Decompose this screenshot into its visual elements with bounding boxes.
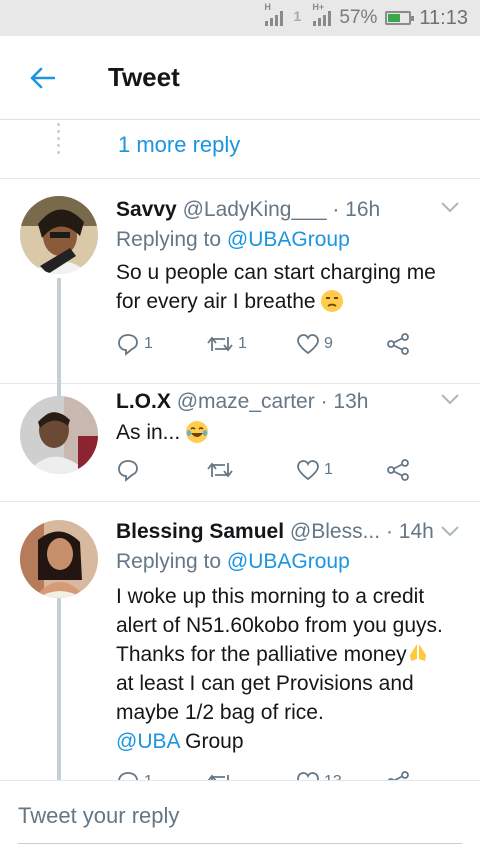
reply-bar bbox=[0, 780, 480, 854]
share-icon bbox=[387, 333, 409, 355]
mention-link[interactable]: @UBAGroup bbox=[227, 228, 350, 251]
replying-to: Replying to @UBAGroup bbox=[116, 228, 350, 251]
replying-to: Replying to @UBAGroup bbox=[116, 550, 350, 573]
share-button[interactable] bbox=[386, 332, 476, 356]
display-name[interactable]: L.O.X bbox=[116, 390, 171, 413]
reply-button[interactable]: 1 bbox=[116, 332, 206, 356]
tweet-header: Blessing Samuel @Bless... · 14h bbox=[116, 520, 440, 544]
like-button[interactable]: 9 bbox=[296, 333, 386, 355]
signal-icon: H bbox=[264, 2, 284, 26]
more-replies-link[interactable]: 1 more reply bbox=[118, 132, 240, 158]
status-bar: H 1 H+ 57% 11:13 bbox=[0, 0, 480, 36]
retweet-icon bbox=[207, 336, 233, 352]
thread-line bbox=[57, 598, 61, 780]
tweet-header: L.O.X @maze_carter · 13h bbox=[116, 390, 440, 414]
arrow-left-icon[interactable] bbox=[0, 36, 84, 120]
timestamp: · 16h bbox=[332, 198, 381, 221]
heart-icon bbox=[297, 460, 319, 481]
chevron-down-icon[interactable] bbox=[440, 524, 460, 542]
reply-underline bbox=[18, 843, 462, 844]
tweet-actions: 1 1 9 bbox=[116, 332, 476, 356]
mention-link[interactable]: @UBAGroup bbox=[227, 550, 350, 573]
user-handle[interactable]: @maze_carter bbox=[177, 390, 315, 413]
reply-icon bbox=[118, 334, 138, 356]
user-handle[interactable]: @Bless... bbox=[290, 520, 380, 543]
clock: 11:13 bbox=[419, 6, 468, 29]
data-transfer-icon: 1 bbox=[293, 8, 302, 24]
tweet-actions: 1 bbox=[116, 458, 476, 482]
avatar[interactable] bbox=[20, 396, 98, 474]
display-name[interactable]: Savvy bbox=[116, 198, 177, 221]
tweet-blessing[interactable]: Blessing Samuel @Bless... · 14h Replying… bbox=[0, 502, 480, 794]
folded-hands-icon bbox=[407, 641, 429, 663]
retweet-button[interactable] bbox=[206, 459, 296, 481]
avatar[interactable] bbox=[20, 196, 98, 274]
tweet-lox[interactable]: L.O.X @maze_carter · 13h As in... 1 bbox=[0, 384, 480, 502]
unamused-face-icon bbox=[321, 290, 344, 312]
chevron-down-icon[interactable] bbox=[440, 392, 460, 410]
tweet-savvy[interactable]: Savvy @LadyKing___ · 16h Replying to @UB… bbox=[0, 180, 480, 384]
display-name[interactable]: Blessing Samuel bbox=[116, 520, 284, 543]
retweet-icon bbox=[207, 462, 233, 478]
reply-button[interactable] bbox=[116, 458, 206, 482]
like-button[interactable]: 1 bbox=[296, 459, 386, 481]
mention-link[interactable]: @UBA bbox=[116, 730, 179, 753]
thread-line bbox=[57, 384, 61, 396]
timestamp: · 14h bbox=[385, 520, 434, 543]
signal-icon-2: H+ bbox=[312, 2, 332, 26]
share-icon bbox=[387, 459, 409, 481]
tweet-header: Savvy @LadyKing___ · 16h bbox=[116, 198, 440, 222]
share-button[interactable] bbox=[386, 458, 476, 482]
page-title: Tweet bbox=[108, 62, 180, 92]
retweet-button[interactable]: 1 bbox=[206, 333, 296, 355]
thread-line bbox=[57, 278, 61, 384]
reply-icon bbox=[118, 460, 138, 482]
avatar[interactable] bbox=[20, 520, 98, 598]
more-replies-row[interactable]: 1 more reply bbox=[0, 121, 480, 179]
heart-icon bbox=[297, 334, 319, 355]
tweet-text: As in... bbox=[116, 418, 452, 447]
user-handle[interactable]: @LadyKing___ bbox=[183, 198, 327, 221]
chevron-down-icon[interactable] bbox=[440, 200, 460, 218]
timestamp: · 13h bbox=[320, 390, 369, 413]
face-with-tears-of-joy-icon bbox=[186, 421, 209, 443]
tweet-text: I woke up this morning to a credit alert… bbox=[116, 585, 443, 753]
tweet-text: So u people can start charging me for ev… bbox=[116, 261, 436, 313]
battery-icon bbox=[385, 11, 415, 25]
thread-dots bbox=[57, 123, 61, 158]
reply-input[interactable] bbox=[18, 803, 462, 829]
app-bar: Tweet bbox=[0, 36, 480, 120]
battery-percent: 57% bbox=[339, 7, 378, 28]
